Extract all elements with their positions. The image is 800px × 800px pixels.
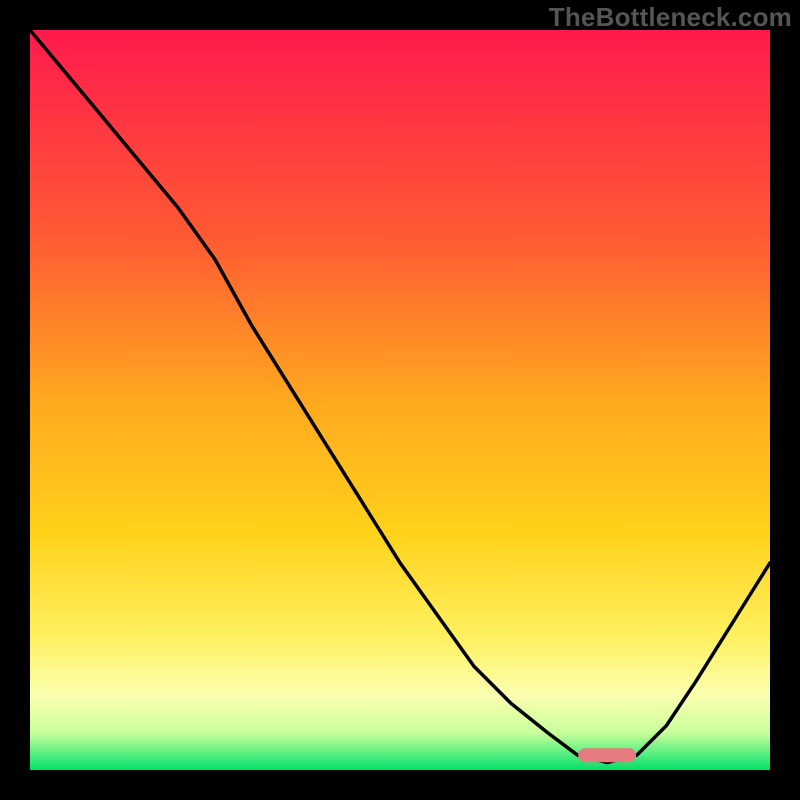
bottleneck-chart [0, 0, 800, 800]
axis-left [0, 0, 30, 800]
watermark-text: TheBottleneck.com [549, 2, 792, 33]
axis-bottom [0, 770, 800, 800]
axis-right [770, 0, 800, 800]
chart-frame: TheBottleneck.com [0, 0, 800, 800]
plot-background [30, 30, 770, 770]
optimum-marker [578, 748, 636, 762]
